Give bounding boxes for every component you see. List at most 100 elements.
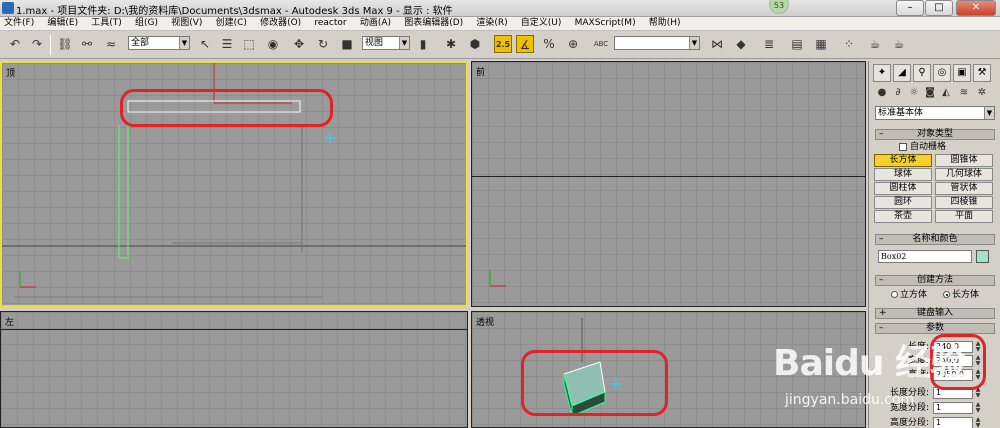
viewport-front[interactable]: 前	[471, 61, 866, 307]
undo-icon[interactable]: ↶	[6, 35, 24, 53]
rollout-creation-method[interactable]: – 创建方法	[875, 275, 995, 286]
object-category-dropdown[interactable]: 标准基本体 ▼	[875, 106, 995, 120]
menu-create[interactable]: 创建(C)	[212, 17, 253, 30]
select-object-icon[interactable]: ↖	[196, 35, 214, 53]
object-name-input[interactable]: Box02	[878, 250, 972, 263]
select-and-link-icon[interactable]: ⛓	[56, 35, 74, 53]
selection-filter-dropdown[interactable]: 全部 ▼	[128, 36, 190, 50]
percent-snap-icon[interactable]: %	[540, 35, 558, 53]
menu-reactor[interactable]: reactor	[310, 17, 352, 30]
rollout-parameters[interactable]: – 参数	[875, 323, 995, 334]
menu-animation[interactable]: 动画(A)	[356, 17, 397, 30]
menu-help[interactable]: 帮助(H)	[645, 17, 687, 30]
systems-icon[interactable]: ✲	[975, 85, 989, 101]
curve-editor-icon[interactable]: ▤	[788, 35, 806, 53]
window-crossing-icon[interactable]: ◉	[264, 35, 282, 53]
viewport-left[interactable]: 左	[0, 311, 468, 428]
mirror-icon[interactable]: ⋈	[708, 35, 726, 53]
rollout-name-and-color[interactable]: – 名称和颜色	[875, 234, 995, 245]
geosphere-button[interactable]: 几何球体	[935, 168, 993, 181]
create-tab-icon[interactable]: ✦	[873, 64, 891, 82]
sphere-button[interactable]: 球体	[874, 168, 932, 181]
edit-named-selection-icon[interactable]: ABC	[592, 35, 610, 53]
radio-box-label: 长方体	[952, 290, 980, 300]
pyramid-button[interactable]: 四棱锥	[935, 196, 993, 209]
redo-icon[interactable]: ↷	[28, 35, 46, 53]
autogrid-checkbox[interactable]: 自动栅格	[899, 142, 946, 153]
menu-file[interactable]: 文件(F)	[0, 17, 40, 30]
angle-snap-icon[interactable]: ∡	[516, 35, 534, 53]
bind-space-warp-icon[interactable]: ≈	[102, 35, 120, 53]
spinner-snap-icon[interactable]: ⊕	[564, 35, 582, 53]
menu-views[interactable]: 视图(V)	[167, 17, 208, 30]
align-icon[interactable]: ◆	[732, 35, 750, 53]
display-tab-icon[interactable]: ▣	[953, 64, 971, 82]
teapot-button[interactable]: 茶壶	[874, 210, 932, 223]
material-editor-icon[interactable]: ⁘	[840, 35, 858, 53]
move-icon[interactable]: ✥	[290, 35, 308, 53]
menu-graph-editors[interactable]: 图表编辑器(D)	[400, 17, 469, 30]
spinner-icon[interactable]: ▲ ▼	[974, 417, 982, 428]
radio-cube[interactable]: 立方体	[891, 290, 927, 301]
chevron-down-icon: ▼	[984, 107, 994, 119]
select-by-name-icon[interactable]: ☰	[218, 35, 236, 53]
menu-group[interactable]: 组(G)	[131, 17, 164, 30]
highlight-oval-top	[120, 89, 333, 127]
schematic-view-icon[interactable]: ▦	[812, 35, 830, 53]
menu-edit[interactable]: 编辑(E)	[43, 17, 84, 30]
lights-icon[interactable]: ☼	[907, 85, 921, 101]
layer-manager-icon[interactable]: ≣	[760, 35, 778, 53]
cone-button[interactable]: 圆锥体	[935, 154, 993, 167]
keyboard-shortcut-override-icon[interactable]: ⬢	[466, 35, 484, 53]
utilities-tab-icon[interactable]: ⚒	[973, 64, 991, 82]
manipulate-icon[interactable]: ✱	[442, 35, 460, 53]
close-button[interactable]: ✕	[956, 0, 996, 16]
selection-filter-value: 全部	[131, 38, 150, 48]
command-panel-tabs: ✦ ◢ ⚲ ◎ ▣ ⚒	[871, 63, 999, 83]
hierarchy-tab-icon[interactable]: ⚲	[913, 64, 931, 82]
motion-tab-icon[interactable]: ◎	[933, 64, 951, 82]
minimize-button[interactable]: –	[896, 0, 924, 16]
torus-button[interactable]: 圆环	[874, 196, 932, 209]
menu-rendering[interactable]: 渲染(R)	[472, 17, 513, 30]
geometry-icon[interactable]: ●	[875, 85, 889, 101]
named-selection-sets-dropdown[interactable]: ▼	[614, 36, 700, 50]
helpers-icon[interactable]: ◭	[939, 85, 953, 101]
width-segments-input[interactable]: 1	[933, 402, 973, 414]
rotate-icon[interactable]: ↻	[314, 35, 332, 53]
reference-coordinate-dropdown[interactable]: 视图 ▼	[362, 36, 410, 50]
menu-customize[interactable]: 自定义(U)	[517, 17, 568, 30]
cylinder-button[interactable]: 圆柱体	[874, 182, 932, 195]
chevron-down-icon: ▼	[179, 37, 189, 49]
plane-button[interactable]: 平面	[935, 210, 993, 223]
spinner-icon[interactable]: ▲ ▼	[974, 402, 982, 414]
scale-icon[interactable]: ■	[338, 35, 356, 53]
rollout-title: 创建方法	[916, 275, 953, 285]
chevron-down-icon: ▼	[689, 37, 699, 49]
object-color-swatch[interactable]	[976, 250, 989, 263]
rollout-keyboard-entry[interactable]: + 键盘输入	[875, 308, 995, 319]
viewport-label: 左	[5, 318, 15, 328]
menu-tools[interactable]: 工具(T)	[87, 17, 128, 30]
snap-toggle-icon[interactable]: 2.5	[494, 35, 512, 53]
pivot-center-icon[interactable]: ▮	[414, 35, 432, 53]
tube-button[interactable]: 管状体	[935, 182, 993, 195]
rollout-title: 对象类型	[916, 129, 953, 139]
menu-modifiers[interactable]: 修改器(O)	[256, 17, 307, 30]
box-button[interactable]: 长方体	[874, 154, 932, 167]
height-segments-label: 高度分段:	[889, 418, 929, 428]
rollout-object-type[interactable]: – 对象类型	[875, 129, 995, 140]
radio-box[interactable]: 长方体	[943, 290, 979, 301]
quick-render-icon[interactable]: ☕	[890, 35, 908, 53]
shapes-icon[interactable]: ∂	[891, 85, 905, 101]
height-segments-input[interactable]: 1	[933, 417, 973, 428]
unlink-icon[interactable]: ⚯	[78, 35, 96, 53]
maximize-button[interactable]: □	[925, 0, 953, 16]
cameras-icon[interactable]: ◙	[923, 85, 937, 101]
render-setup-icon[interactable]: ☕	[866, 35, 884, 53]
rectangular-selection-icon[interactable]: ⬚	[240, 35, 258, 53]
app-icon[interactable]	[2, 2, 14, 14]
menu-maxscript[interactable]: MAXScript(M)	[571, 17, 642, 30]
space-warps-icon[interactable]: ≋	[957, 85, 971, 101]
modify-tab-icon[interactable]: ◢	[893, 64, 911, 82]
